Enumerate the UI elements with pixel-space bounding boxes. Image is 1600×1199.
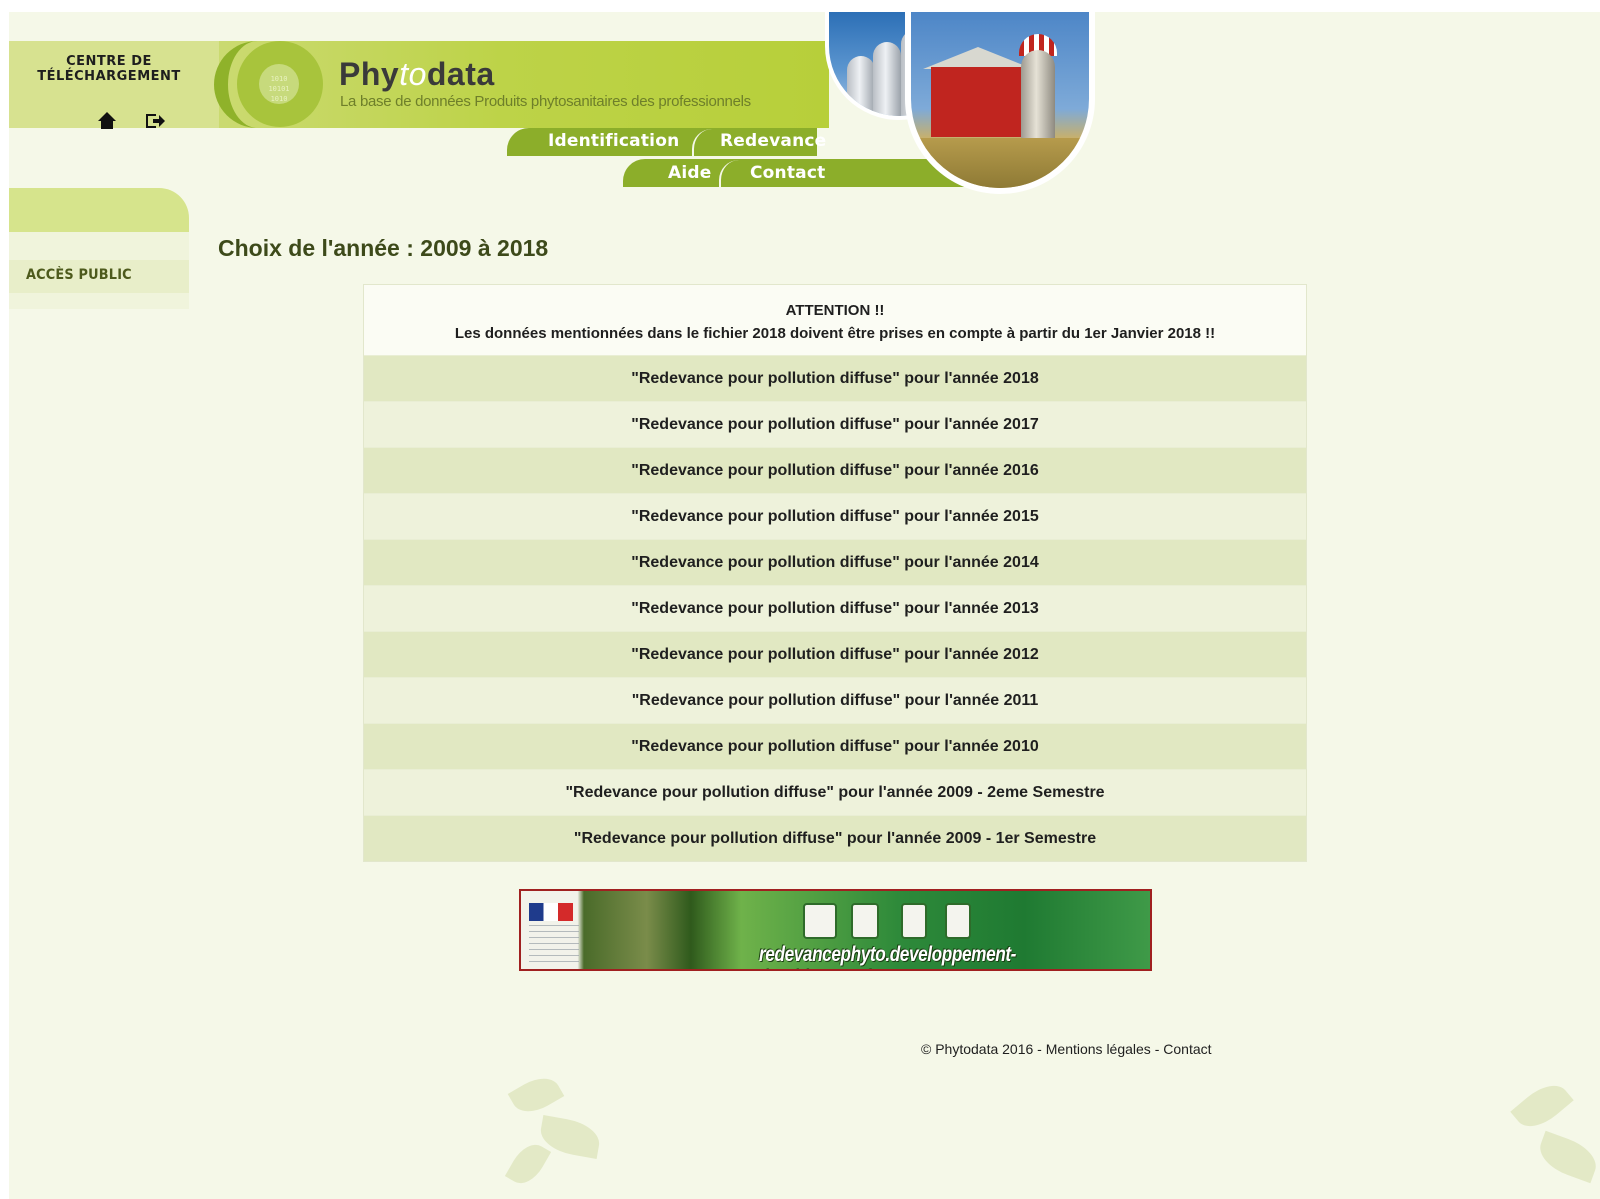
year-link-row[interactable]: "Redevance pour pollution diffuse" pour … [364,447,1306,493]
brand-part-data: data [426,56,495,92]
banner-url-text: redevancephyto.developpement-durable.gou… [759,943,1017,969]
footer-copyright: © Phytodata 2016 [921,1041,1034,1057]
year-choice-table: ATTENTION !! Les données mentionnées dan… [363,284,1307,862]
ministry-logo [529,925,579,965]
home-icon[interactable] [97,112,117,130]
barn-shape [931,67,1021,137]
page-title: Choix de l'année : 2009 à 2018 [218,235,549,261]
notice-text: Les données mentionnées dans le fichier … [454,325,1216,342]
sidebar-spacer [9,232,189,260]
nav-identification[interactable]: Identification [548,131,679,151]
brand-tagline: La base de données Produits phytosanitai… [340,93,751,110]
jerrycan-icon [851,903,879,939]
redevance-phyto-banner[interactable]: redevancephyto.developpement-durable.gou… [519,889,1152,971]
decorative-leaf [507,1070,565,1120]
silo-shape [873,42,901,116]
jerrycan-icon [901,903,927,939]
top-margin [0,0,1600,12]
attention-notice: ATTENTION !! Les données mentionnées dan… [364,285,1306,355]
nav-redevance[interactable]: Redevance [720,131,826,151]
sidebar-header [9,188,189,232]
brand-logo[interactable]: Phytodata [339,56,495,93]
footer-separator: - [1033,1041,1046,1057]
year-link-row[interactable]: "Redevance pour pollution diffuse" pour … [364,493,1306,539]
footer: © Phytodata 2016 - Mentions légales - Co… [921,1041,1212,1057]
left-margin [0,0,9,1199]
logout-icon[interactable] [145,112,165,130]
decorative-leaf [504,1137,552,1191]
brand-part-to: to [399,56,427,92]
year-link-row[interactable]: "Redevance pour pollution diffuse" pour … [364,631,1306,677]
year-link-row[interactable]: "Redevance pour pollution diffuse" pour … [364,815,1306,861]
year-link-row[interactable]: "Redevance pour pollution diffuse" pour … [364,677,1306,723]
nav-aide[interactable]: Aide [668,163,711,183]
year-link-row[interactable]: "Redevance pour pollution diffuse" pour … [364,401,1306,447]
nav-contact[interactable]: Contact [750,163,825,183]
barn-roof [923,47,1033,69]
wheat-field [911,138,1089,188]
brand-part-phy: Phy [339,56,400,92]
silo-shape [847,56,875,116]
year-link-row[interactable]: "Redevance pour pollution diffuse" pour … [364,585,1306,631]
barn-photo [905,12,1095,194]
jerrycan-icon [803,903,837,939]
silo-tower [1021,50,1055,140]
year-link-row[interactable]: "Redevance pour pollution diffuse" pour … [364,355,1306,401]
decorative-leaf [1510,1075,1574,1137]
jerrycan-icon [945,903,971,939]
footer-contact-link[interactable]: Contact [1163,1041,1211,1057]
site-header: CENTRE DE TÉLÉCHARGEMENT 1010 10101 1010… [9,12,1109,194]
french-republic-flag-icon [529,903,573,921]
year-link-row[interactable]: "Redevance pour pollution diffuse" pour … [364,723,1306,769]
sidebar-item-public-label[interactable]: ACCÈS PUBLIC [26,267,132,283]
decorative-leaf [1533,1130,1600,1184]
year-link-row[interactable]: "Redevance pour pollution diffuse" pour … [364,539,1306,585]
header-icons [97,112,165,130]
download-center-title: CENTRE DE TÉLÉCHARGEMENT [37,54,181,84]
year-link-row[interactable]: "Redevance pour pollution diffuse" pour … [364,769,1306,815]
logo-binary-icon: 1010 10101 1010 [259,64,299,104]
sidebar-spacer [9,293,189,309]
notice-heading: ATTENTION !! [785,302,885,319]
footer-legal-link[interactable]: Mentions légales [1046,1041,1151,1057]
footer-separator: - [1150,1041,1164,1057]
